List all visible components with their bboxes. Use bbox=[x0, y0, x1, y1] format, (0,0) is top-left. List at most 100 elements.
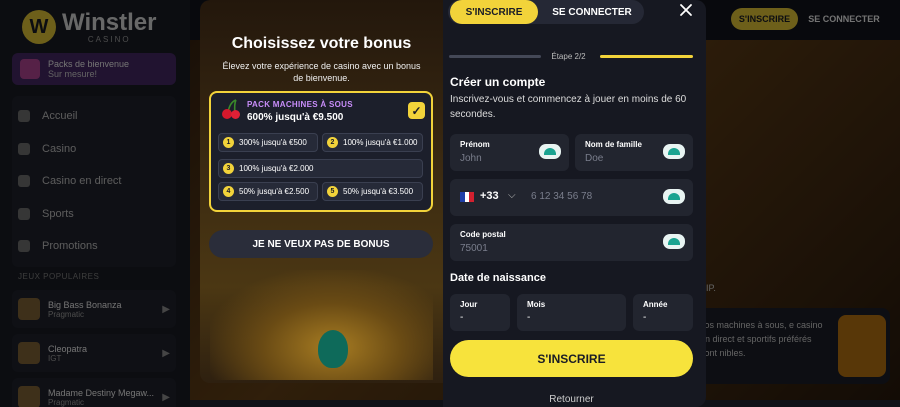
field-placeholder: Doe bbox=[585, 153, 604, 164]
bonus-panel: Choisissez votre bonus Élevez votre expé… bbox=[200, 0, 443, 383]
password-manager-icon[interactable] bbox=[663, 189, 685, 204]
game-row[interactable]: Cleopatra IGT ▶ bbox=[12, 334, 176, 372]
dob-day-select[interactable]: Jour - bbox=[450, 294, 510, 331]
field-label: Mois bbox=[527, 300, 546, 309]
password-manager-icon[interactable] bbox=[663, 144, 685, 159]
phone-placeholder: 6 12 34 56 78 bbox=[531, 191, 593, 202]
header-login-button[interactable]: SE CONNECTER bbox=[806, 8, 882, 30]
signup-modal: Choisissez votre bonus Élevez votre expé… bbox=[200, 0, 706, 407]
game-name: Madame Destiny Megaw... bbox=[48, 387, 155, 398]
field-value: - bbox=[460, 312, 464, 323]
last-name-field[interactable]: Nom de famille Doe bbox=[575, 134, 693, 171]
step-number: 4 bbox=[223, 186, 234, 197]
password-manager-icon[interactable] bbox=[539, 144, 561, 159]
game-thumbnail bbox=[18, 298, 40, 320]
field-value: - bbox=[643, 312, 647, 323]
no-bonus-button[interactable]: JE NE VEUX PAS DE BONUS bbox=[209, 230, 433, 258]
step-number: 2 bbox=[327, 137, 338, 148]
progress-step-1 bbox=[449, 55, 541, 58]
bonus-option-2[interactable]: 2 100% jusqu'à €1.000 bbox=[322, 133, 423, 152]
gift-icon bbox=[18, 240, 30, 253]
game-provider: Pragmatic bbox=[48, 397, 85, 407]
brand-sub: CASINO bbox=[87, 34, 131, 44]
gift-icon bbox=[20, 59, 40, 79]
sidebar-item-label: Sports bbox=[42, 207, 74, 220]
cards-icon bbox=[18, 175, 30, 188]
field-label: Année bbox=[643, 300, 668, 309]
sidebar-item-label: Casino en direct bbox=[42, 175, 122, 188]
close-icon[interactable] bbox=[679, 3, 693, 17]
password-manager-icon[interactable] bbox=[663, 234, 685, 249]
bonus-title: Choisissez votre bonus bbox=[231, 35, 412, 52]
sidebar-item-label: Promotions bbox=[42, 240, 98, 253]
progress-step-2 bbox=[600, 55, 693, 58]
brand-logo[interactable]: W Winstler CASINO bbox=[22, 10, 156, 44]
bonus-subtitle: Élevez votre expérience de casino avec u… bbox=[222, 61, 421, 83]
game-row[interactable]: Big Bass Bonanza Pragmatic ▶ bbox=[12, 290, 176, 328]
welcome-pack-card[interactable]: Packs de bienvenue Sur mesure! bbox=[12, 53, 176, 85]
tab-signup[interactable]: S'INSCRIRE bbox=[450, 0, 538, 24]
game-name: Cleopatra bbox=[48, 343, 88, 354]
field-placeholder: 75001 bbox=[460, 243, 488, 254]
slot-machine-icon bbox=[838, 315, 886, 377]
sidebar-item-label: Accueil bbox=[42, 110, 78, 123]
dial-code[interactable]: +33 bbox=[480, 190, 499, 202]
promo-title: Packs de bienvenue bbox=[48, 59, 130, 69]
auth-tabs: S'INSCRIRE SE CONNECTER bbox=[448, 0, 644, 24]
field-label: Jour bbox=[460, 300, 478, 309]
step-number: 3 bbox=[223, 163, 234, 174]
game-thumbnail bbox=[18, 386, 40, 407]
header-signup-button[interactable]: S'INSCRIRE bbox=[731, 8, 798, 30]
first-name-field[interactable]: Prénom John bbox=[450, 134, 569, 171]
bonus-option-text: 50% jusqu'à €2.500 bbox=[239, 187, 310, 196]
sidebar-item-casino[interactable]: Casino bbox=[12, 133, 176, 166]
play-icon[interactable]: ▶ bbox=[162, 392, 170, 403]
cherry-icon bbox=[222, 99, 240, 119]
game-row[interactable]: Madame Destiny Megaw... Pragmatic ▶ bbox=[12, 378, 176, 407]
home-icon bbox=[18, 110, 30, 123]
chevron-down-icon[interactable]: ⌵ bbox=[508, 190, 516, 201]
sidebar-item-label: Casino bbox=[42, 142, 77, 155]
section-label-popular: JEUX POPULAIRES bbox=[18, 272, 100, 281]
bonus-option-text: 100% jusqu'à €2.000 bbox=[239, 164, 314, 173]
sidebar-item-accueil[interactable]: Accueil bbox=[12, 100, 176, 133]
sidebar-item-live-casino[interactable]: Casino en direct bbox=[12, 165, 176, 198]
signup-form-panel: S'INSCRIRE SE CONNECTER Étape 2/2 Créer … bbox=[443, 0, 706, 407]
bonus-option-text: 50% jusqu'à €3.500 bbox=[343, 187, 414, 196]
field-placeholder: John bbox=[460, 153, 482, 164]
brand-mark-icon: W bbox=[22, 10, 56, 44]
sidebar: W Winstler CASINO Packs de bienvenue Sur… bbox=[0, 0, 190, 407]
check-icon[interactable]: ✓ bbox=[408, 102, 425, 119]
bonus-option-3[interactable]: 3 100% jusqu'à €2.000 bbox=[218, 159, 423, 178]
tab-login[interactable]: SE CONNECTER bbox=[544, 0, 640, 24]
game-provider: IGT bbox=[48, 353, 62, 363]
bonus-option-text: 300% jusqu'à €500 bbox=[239, 138, 307, 147]
phone-field[interactable]: +33 ⌵ 6 12 34 56 78 bbox=[450, 179, 693, 216]
dob-label: Date de naissance bbox=[450, 272, 546, 284]
signup-submit-button[interactable]: S'INSCRIRE bbox=[450, 340, 693, 377]
game-name: Big Bass Bonanza bbox=[48, 299, 122, 310]
form-title: Créer un compte bbox=[450, 75, 546, 89]
bonus-card-selected[interactable]: PACK MACHINES À SOUS 600% jusqu'à €9.500… bbox=[209, 91, 433, 212]
game-thumbnail bbox=[18, 342, 40, 364]
promo-subtitle: Sur mesure! bbox=[48, 69, 98, 79]
bonus-option-1[interactable]: 1 300% jusqu'à €500 bbox=[218, 133, 318, 152]
field-label: Code postal bbox=[460, 230, 506, 239]
dob-month-select[interactable]: Mois - bbox=[517, 294, 626, 331]
step-indicator: Étape 2/2 bbox=[551, 52, 586, 61]
back-link[interactable]: Retourner bbox=[450, 394, 693, 405]
bonus-option-4[interactable]: 4 50% jusqu'à €2.500 bbox=[218, 182, 318, 201]
postal-code-field[interactable]: Code postal 75001 bbox=[450, 224, 693, 261]
dob-year-select[interactable]: Année - bbox=[633, 294, 693, 331]
step-number: 1 bbox=[223, 137, 234, 148]
play-icon[interactable]: ▶ bbox=[162, 304, 170, 315]
sidebar-item-promotions[interactable]: Promotions bbox=[12, 230, 176, 263]
field-label: Nom de famille bbox=[585, 140, 642, 149]
play-icon[interactable]: ▶ bbox=[162, 348, 170, 359]
field-value: - bbox=[527, 312, 531, 323]
bonus-option-5[interactable]: 5 50% jusqu'à €3.500 bbox=[322, 182, 423, 201]
ball-icon bbox=[18, 207, 30, 220]
promo-banner-text: vos machines à sous, e casino en direct … bbox=[700, 320, 823, 358]
sidebar-item-sports[interactable]: Sports bbox=[12, 198, 176, 231]
bonus-tag: PACK MACHINES À SOUS bbox=[247, 100, 353, 109]
